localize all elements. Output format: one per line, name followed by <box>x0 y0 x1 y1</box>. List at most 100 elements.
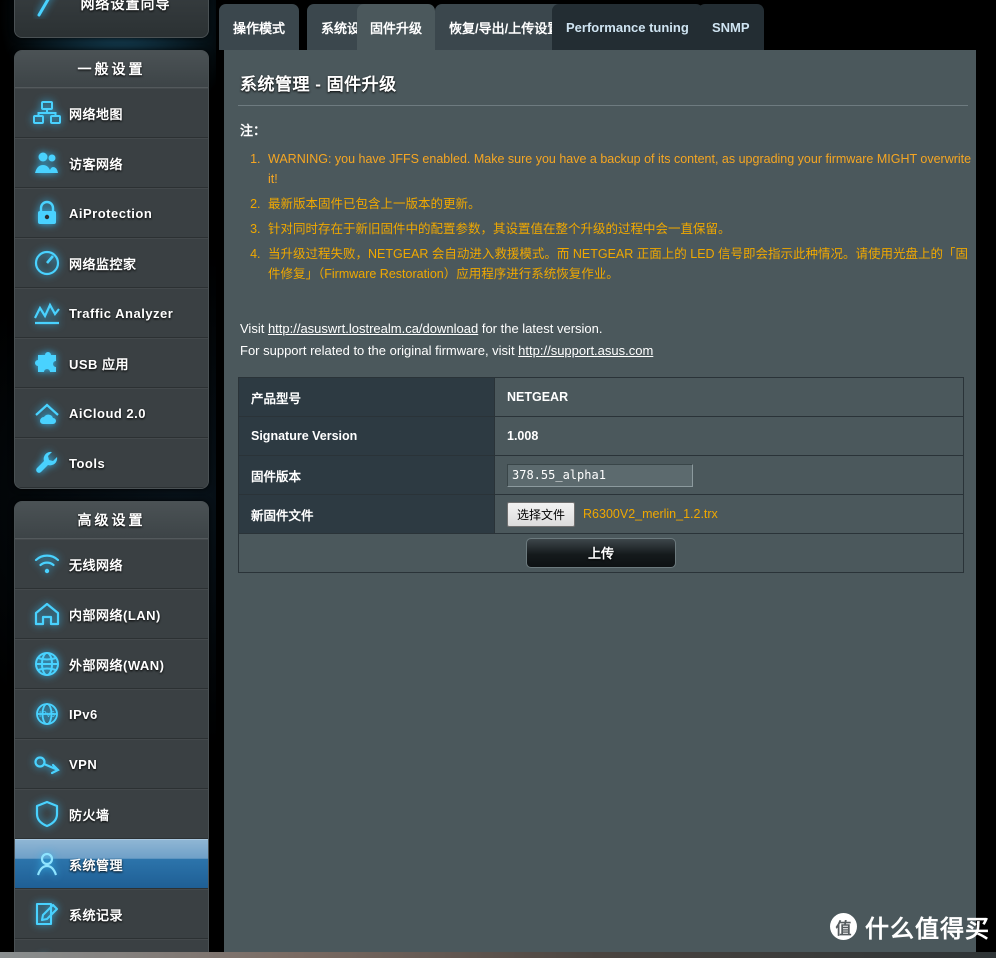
row-value-product-model: NETGEAR <box>494 377 964 417</box>
note-item: 针对同时存在于新旧固件中的配置参数，其设置值在整个升级的过程中会一直保留。 <box>264 219 976 239</box>
note-item: WARNING: you have JFFS enabled. Make sur… <box>264 149 976 189</box>
notes-list: WARNING: you have JFFS enabled. Make sur… <box>264 149 976 284</box>
sidebar-item-label: 无线网络 <box>69 557 124 573</box>
sidebar-item-label: USB 应用 <box>69 356 130 372</box>
gauge-icon <box>25 246 69 280</box>
sidebar-item-label: 系统管理 <box>69 857 124 873</box>
desktop-bottom-strip <box>0 952 996 958</box>
tab-firmware-upgrade[interactable]: 固件升级 <box>357 4 435 50</box>
link-row-support: For support related to the original firm… <box>240 339 976 361</box>
firmware-info-table: 产品型号 NETGEAR Signature Version 1.008 固件版… <box>238 377 964 573</box>
page-title: 系统管理 - 固件升级 <box>240 75 397 94</box>
row-label-firmware-version: 固件版本 <box>238 455 495 495</box>
sidebar-item-label: Traffic Analyzer <box>69 305 174 321</box>
user-admin-icon <box>25 847 69 881</box>
sidebar-item-wireless[interactable]: 无线网络 <box>15 539 208 589</box>
cloud-home-icon <box>25 396 69 430</box>
row-label-new-firmware-file: 新固件文件 <box>238 494 495 534</box>
sidebar-item-network-monitor[interactable]: 网络监控家 <box>15 238 208 288</box>
wrench-icon <box>25 446 69 480</box>
sidebar-item-system-log[interactable]: 系统记录 <box>15 889 208 939</box>
asuswrt-download-link[interactable]: http://asuswrt.lostrealm.ca/download <box>268 321 478 336</box>
links-section: Visit http://asuswrt.lostrealm.ca/downlo… <box>224 289 976 361</box>
sidebar-item-aicloud[interactable]: AiCloud 2.0 <box>15 388 208 438</box>
table-row: 固件版本 <box>238 455 964 495</box>
wifi-icon <box>25 547 69 581</box>
sidebar-item-wan[interactable]: 外部网络(WAN) <box>15 639 208 689</box>
sidebar-item-guest-network[interactable]: 访客网络 <box>15 138 208 188</box>
sidebar: 网络设置向导 一般设置 网络地图 访客网络 AiProtection 网络监控家… <box>14 0 209 958</box>
puzzle-icon <box>25 346 69 380</box>
content-panel: 系统管理 - 固件升级 注： WARNING: you have JFFS en… <box>224 50 976 958</box>
chart-icon <box>25 296 69 330</box>
sidebar-item-label: AiCloud 2.0 <box>69 405 147 421</box>
guest-network-icon <box>25 146 69 180</box>
sidebar-item-label: AiProtection <box>69 205 153 221</box>
link-suffix: for the latest version. <box>478 321 603 336</box>
sidebar-item-label: 网络监控家 <box>69 256 137 272</box>
table-row: 新固件文件 选择文件 R6300V2_merlin_1.2.trx <box>238 494 964 534</box>
table-row: 产品型号 NETGEAR <box>238 377 964 417</box>
note-item: 当升级过程失败，NETGEAR 会自动进入救援模式。而 NETGEAR 正面上的… <box>264 244 976 284</box>
sidebar-item-label: 访客网络 <box>69 156 124 172</box>
tab-performance-tuning[interactable]: Performance tuning <box>552 4 703 50</box>
upload-button[interactable]: 上传 <box>526 538 676 568</box>
sidebar-item-network-map[interactable]: 网络地图 <box>15 88 208 138</box>
sidebar-item-tools[interactable]: Tools <box>15 438 208 488</box>
sidebar-item-vpn[interactable]: VPN <box>15 739 208 789</box>
sidebar-item-firewall[interactable]: 防火墙 <box>15 789 208 839</box>
house-icon <box>25 597 69 631</box>
note-item: 最新版本固件已包含上一版本的更新。 <box>264 194 976 214</box>
smzdm-logo-icon: 值 <box>830 913 857 940</box>
sidebar-item-lan[interactable]: 内部网络(LAN) <box>15 589 208 639</box>
watermark-text: 什么值得买 <box>865 916 990 943</box>
nav-block-general: 一般设置 网络地图 访客网络 AiProtection 网络监控家 Traffi… <box>14 50 209 489</box>
sidebar-item-label: 内部网络(LAN) <box>69 607 161 623</box>
sidebar-item-network-setup-wizard[interactable]: 网络设置向导 <box>15 0 208 37</box>
sidebar-item-label: 防火墙 <box>69 807 110 823</box>
app-root: 网络设置向导 一般设置 网络地图 访客网络 AiProtection 网络监控家… <box>0 0 996 958</box>
row-value-firmware-version <box>494 455 964 495</box>
sidebar-item-label: VPN <box>69 756 98 772</box>
asus-support-link[interactable]: http://support.asus.com <box>518 343 653 358</box>
choose-file-button[interactable]: 选择文件 <box>507 501 576 527</box>
main-panel: 操作模式 系统设置 固件升级 恢复/导出/上传设置 Performance tu… <box>216 0 976 958</box>
sidebar-item-label: 外部网络(WAN) <box>69 657 165 673</box>
row-value-signature-version: 1.008 <box>494 416 964 456</box>
sidebar-item-aiprotection[interactable]: AiProtection <box>15 188 208 238</box>
globe-icon <box>25 647 69 681</box>
nav-header-general: 一般设置 <box>15 51 208 88</box>
link-prefix: Visit <box>240 321 268 336</box>
sidebar-item-label: IPv6 <box>69 706 98 722</box>
log-pencil-icon <box>25 897 69 931</box>
table-row-actions: 上传 <box>238 533 964 573</box>
sidebar-item-administration[interactable]: 系统管理 <box>15 839 208 889</box>
nav-header-advanced: 高级设置 <box>15 502 208 539</box>
tab-snmp[interactable]: SNMP <box>698 4 764 50</box>
sidebar-item-traffic-analyzer[interactable]: Traffic Analyzer <box>15 288 208 338</box>
sidebar-item-label: 网络地图 <box>69 106 124 122</box>
upload-button-cell: 上传 <box>238 533 964 573</box>
row-value-new-firmware-file: 选择文件 R6300V2_merlin_1.2.trx <box>494 494 964 534</box>
firmware-version-input[interactable] <box>507 463 693 487</box>
selected-file-name: R6300V2_merlin_1.2.trx <box>583 507 718 521</box>
svg-text:IPv6: IPv6 <box>39 710 56 719</box>
table-row: Signature Version 1.008 <box>238 416 964 456</box>
sidebar-item-usb-application[interactable]: USB 应用 <box>15 338 208 388</box>
sidebar-wizard-label: 网络设置向导 <box>80 0 171 12</box>
shield-icon <box>25 797 69 831</box>
sidebar-item-label: 系统记录 <box>69 907 124 923</box>
lock-icon <box>25 196 69 230</box>
link-row-latest: Visit http://asuswrt.lostrealm.ca/downlo… <box>240 319 976 339</box>
network-map-icon <box>25 96 69 130</box>
sidebar-item-ipv6[interactable]: IPv6 IPv6 <box>15 689 208 739</box>
wand-icon <box>33 0 59 24</box>
link-prefix: For support related to the original firm… <box>240 343 519 358</box>
tab-operation-mode[interactable]: 操作模式 <box>219 4 300 50</box>
notes-label: 注： <box>240 123 267 138</box>
ipv6-globe-icon: IPv6 <box>25 697 69 731</box>
vpn-key-icon <box>25 747 69 781</box>
nav-block-advanced: 高级设置 无线网络 内部网络(LAN) 外部网络(WAN) IPv6 IPv6 … <box>14 501 209 958</box>
sidebar-item-label: Tools <box>69 455 106 471</box>
row-label-product-model: 产品型号 <box>238 377 495 417</box>
